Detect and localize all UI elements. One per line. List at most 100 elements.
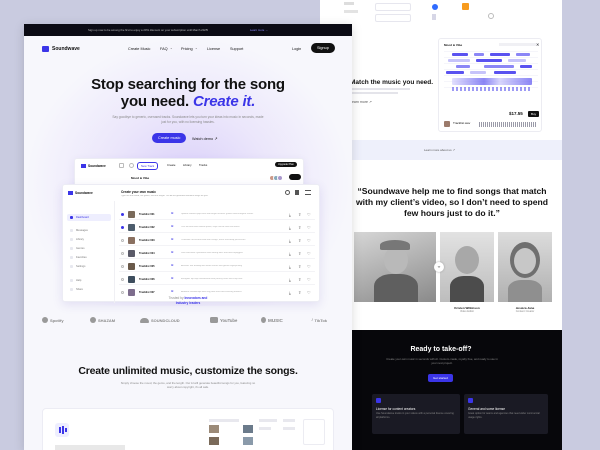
track-row[interactable]: Tracklist 002 AI Chill lofi beat with me… [119, 222, 315, 233]
signup-button[interactable]: Signup [311, 43, 335, 53]
file-name: Tracklist.wav [453, 121, 471, 125]
nav-license[interactable]: License [207, 47, 220, 51]
nav-pricing[interactable]: Pricing [181, 47, 193, 51]
menu-icon[interactable] [305, 190, 311, 195]
compare-handle-icon[interactable]: ‹› [434, 262, 444, 272]
sidebar-item-library[interactable]: Library [67, 236, 84, 242]
library-icon [70, 237, 73, 241]
track-select-dot[interactable] [121, 252, 124, 255]
download-icon[interactable]: ⤓ [289, 264, 291, 269]
upgrade-button[interactable]: Upgrade Plan [275, 162, 297, 167]
track-row[interactable]: Tracklist 006 AI Energetic hip hop instr… [119, 274, 315, 285]
nav-support[interactable]: Support [230, 47, 243, 51]
back-grid-icon[interactable] [119, 163, 124, 168]
person2-role: Content Creator [515, 310, 535, 313]
track-select-dot[interactable] [121, 278, 124, 281]
share-track-icon[interactable]: ⇪ [298, 264, 301, 269]
sidebar-item-settings[interactable]: Settings [67, 263, 85, 269]
hero-title-line1: Stop searching for the song [91, 76, 285, 93]
track-cover [128, 237, 135, 244]
track-select-dot[interactable] [121, 213, 124, 216]
download-icon[interactable]: ⤓ [289, 290, 291, 295]
share-track-icon[interactable]: ⇪ [298, 238, 301, 243]
logo-tiktok: ♪ TikTok [311, 316, 327, 324]
track-desc: Dark electronic synthwave with driving b… [181, 252, 243, 254]
hero-title-you-need: you need. [120, 93, 190, 110]
app-tab-library[interactable]: Library [183, 163, 192, 167]
share-button[interactable] [289, 174, 301, 180]
close-icon[interactable]: ✕ [536, 42, 539, 47]
download-icon[interactable]: ⤓ [289, 277, 291, 282]
brand-name[interactable]: Soundwave [52, 46, 80, 52]
track-tag: AI [171, 213, 174, 215]
learn-more-link[interactable]: Learn more about us ↗ [424, 148, 455, 152]
sidebar-item-share[interactable]: Share [67, 286, 83, 292]
download-icon[interactable]: ⤓ [289, 238, 291, 243]
mood-label: Mood & Vibe [131, 176, 150, 180]
match-link[interactable]: Learn more ↗ [350, 100, 372, 104]
track-cover [128, 224, 135, 231]
like-icon[interactable]: ♡ [307, 290, 311, 295]
bookmark-icon[interactable] [295, 190, 299, 195]
track-select-dot[interactable] [121, 265, 124, 268]
search-icon[interactable] [285, 190, 290, 195]
sidebar-item-genres[interactable]: Genres [67, 245, 85, 251]
watch-demo-link[interactable]: Watch demo ↗ [192, 136, 217, 141]
like-icon[interactable]: ♡ [307, 238, 311, 243]
app-tab-create[interactable]: Create [167, 163, 175, 167]
trusted-link-1[interactable]: Innovators and [184, 296, 207, 300]
trusted-link-2[interactable]: Industry leaders [176, 301, 201, 305]
hero-title-line2: you need. Create it. [24, 93, 352, 110]
track-row[interactable]: Tracklist 004 AI Dark electronic synthwa… [119, 248, 315, 259]
sidebar-label-genres: Genres [76, 246, 85, 250]
login-link[interactable]: Login [292, 47, 301, 51]
app-tab-tracks[interactable]: Tracks [199, 163, 207, 167]
sidebar-item-help[interactable]: Help [67, 277, 81, 283]
sidebar-label-settings: Settings [76, 264, 86, 268]
track-row[interactable]: Tracklist 003 AI Cinematic orchestral bu… [119, 235, 315, 246]
track-desc: Cinematic orchestral build with strings,… [181, 239, 246, 241]
sidebar-item-messages[interactable]: Messages [67, 227, 88, 233]
right-page: Match the music you need. Learn more ↗ M… [320, 0, 562, 450]
nav-faq[interactable]: FAQ [160, 47, 168, 51]
track-select-dot[interactable] [121, 226, 124, 229]
download-icon[interactable]: ⤓ [289, 251, 291, 256]
like-icon[interactable]: ♡ [307, 251, 311, 256]
waveform [479, 122, 537, 127]
nav-create-music[interactable]: Create Music [128, 47, 150, 51]
like-icon[interactable]: ♡ [307, 264, 311, 269]
track-name: Tracklist 003 [139, 239, 155, 242]
create-music-button[interactable]: Create music [152, 133, 187, 143]
track-select-dot[interactable] [121, 239, 124, 242]
track-select-dot[interactable] [121, 291, 124, 294]
license-icon-2 [468, 398, 473, 403]
share-track-icon[interactable]: ⇪ [298, 251, 301, 256]
cta-button[interactable]: Get started [428, 374, 453, 382]
track-tag: AI [171, 239, 174, 241]
buy-button[interactable]: Buy [528, 111, 540, 117]
license-card-1: License for content creators Use Soundwa… [372, 394, 460, 434]
mini-table [209, 419, 327, 450]
like-icon[interactable]: ♡ [307, 212, 311, 217]
back-bell-icon[interactable] [129, 163, 134, 168]
share-track-icon[interactable]: ⇪ [298, 225, 301, 230]
share-track-icon[interactable]: ⇪ [298, 277, 301, 282]
announcement-link[interactable]: Learn more → [250, 28, 268, 32]
messages-icon [70, 228, 73, 232]
share-track-icon[interactable]: ⇪ [298, 212, 301, 217]
download-icon[interactable]: ⤓ [289, 212, 291, 217]
logo-soundcloud: SOUNDCLOUD [140, 316, 180, 324]
like-icon[interactable]: ♡ [307, 225, 311, 230]
track-row[interactable]: Tracklist 001 AI Upbeat summer pop track… [119, 209, 315, 220]
sidebar-item-dashboard[interactable]: Dashboard [67, 214, 111, 221]
share-track-icon[interactable]: ⇪ [298, 290, 301, 295]
new-track-button[interactable]: New Track [137, 162, 159, 170]
track-name: Tracklist 002 [139, 226, 155, 229]
like-icon[interactable]: ♡ [307, 277, 311, 282]
hero-title-create-it: Create it. [192, 93, 256, 110]
download-icon[interactable]: ⤓ [289, 225, 291, 230]
track-row[interactable]: Tracklist 005 AI Acoustic folk melody wi… [119, 261, 315, 272]
sidebar-item-favorites[interactable]: Favorites [67, 254, 87, 260]
waveform-icon [55, 423, 69, 437]
photo-jessica [498, 232, 552, 302]
